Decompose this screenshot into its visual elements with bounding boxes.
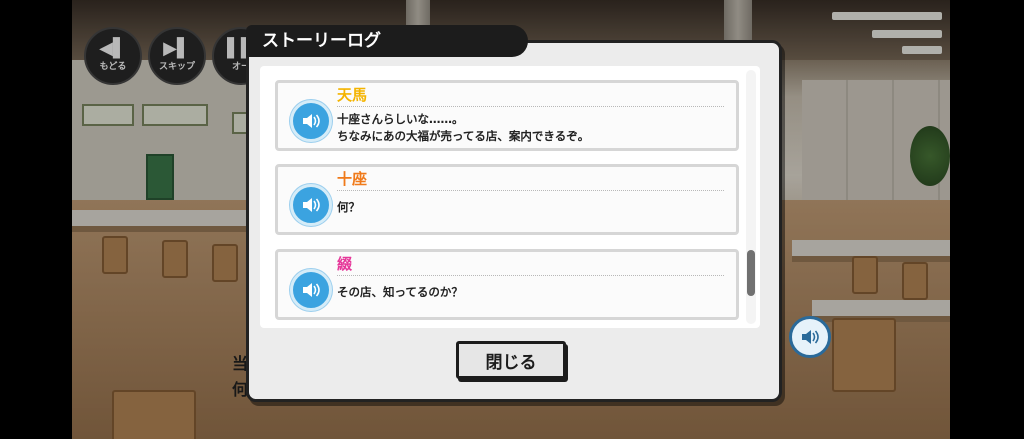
close-button[interactable]: 閉じる [456, 341, 566, 379]
dialogue-line: その店、知ってるのか？ [337, 285, 463, 299]
voice-play-button[interactable] [290, 184, 332, 226]
story-log-title: ストーリーログ [262, 31, 381, 51]
divider [337, 106, 724, 107]
dialogue-line: ちなみにあの大福が売ってる店、案内できるぞ。 [337, 129, 590, 143]
voice-play-button[interactable] [290, 100, 332, 142]
speaker-icon [303, 283, 320, 297]
log-entry: 綴 その店、知ってるのか？ [275, 249, 739, 320]
dialogue-line: 十座さんらしいな……。 [337, 112, 464, 126]
dialogue-line: 何？ [337, 200, 360, 214]
speaker-name: 十座 [337, 170, 368, 188]
divider [337, 190, 724, 191]
log-entry: 天馬 十座さんらしいな……。 ちなみにあの大福が売ってる店、案内できるぞ。 [275, 80, 739, 151]
speaker-name: 天馬 [337, 86, 368, 104]
speaker-icon [802, 330, 819, 344]
log-entry: 十座 何？ [275, 164, 739, 235]
speaker-icon [303, 198, 320, 212]
speaker-icon [303, 114, 320, 128]
dialog-voice-icon[interactable] [789, 316, 831, 358]
divider [337, 275, 724, 276]
scrollbar-thumb[interactable] [747, 250, 755, 296]
speaker-name: 綴 [337, 255, 353, 273]
voice-play-button[interactable] [290, 269, 332, 311]
